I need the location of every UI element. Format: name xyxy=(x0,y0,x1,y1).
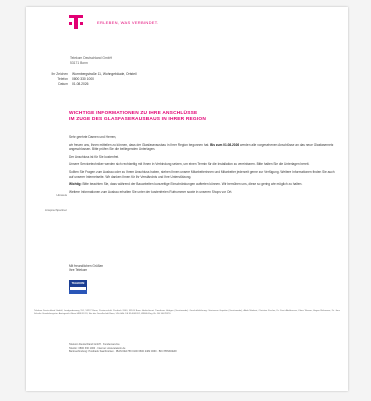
paragraph: Sollten Sie Fragen zum Ausbau oder zu Ih… xyxy=(69,169,335,179)
legal-footer: Telekom Deutschland GmbH, Landgrabenweg … xyxy=(34,310,340,316)
letter-header: ERLEBEN, WAS VERBINDET. xyxy=(69,15,158,29)
margin-note: Ansprechpartner xyxy=(44,208,67,212)
meta-row: Datum 01.08.2026 xyxy=(58,82,89,86)
paragraph: Unsere Servicetechniker werden sich rech… xyxy=(69,162,310,167)
signoff: Mit freundlichen Grüßen Ihre Telekom xyxy=(69,264,104,273)
reference-block: Ihr Zeichen Wurmbergstraße 11, Wohngebäu… xyxy=(34,72,137,87)
telekom-badge-icon: TELEKOM xyxy=(69,280,87,294)
subject-line: WICHTIGE INFORMATIONEN ZU IHRE ANSCHLÜSS… xyxy=(69,111,206,123)
paragraph: Der Anschluss ist für Sie kostenfrei. xyxy=(69,154,120,159)
margin-note: Hinweis xyxy=(56,193,67,197)
paragraph: Weitere Informationen zum Ausbau erhalte… xyxy=(69,189,233,194)
telekom-t-logo-icon xyxy=(69,15,83,29)
letter-body: Sehr geehrte Damen und Herren, wir freue… xyxy=(69,135,337,197)
letter-page: ERLEBEN, WAS VERBINDET. Telekom Deutschl… xyxy=(26,7,348,391)
greeting: Sehr geehrte Damen und Herren, xyxy=(69,135,117,139)
sender-address: Telekom Deutschland GmbH 53171 Bonn xyxy=(70,56,112,65)
paragraph: Wichtig: Bitte beachten Sie, dass währen… xyxy=(69,182,303,187)
paragraph: wir freuen uns, Ihnen mitteilen zu könne… xyxy=(69,142,334,152)
brand-tagline: ERLEBEN, WAS VERBINDET. xyxy=(97,19,159,25)
contact-footer: Telekom Deutschland GmbH · Kundenservice… xyxy=(69,343,177,354)
